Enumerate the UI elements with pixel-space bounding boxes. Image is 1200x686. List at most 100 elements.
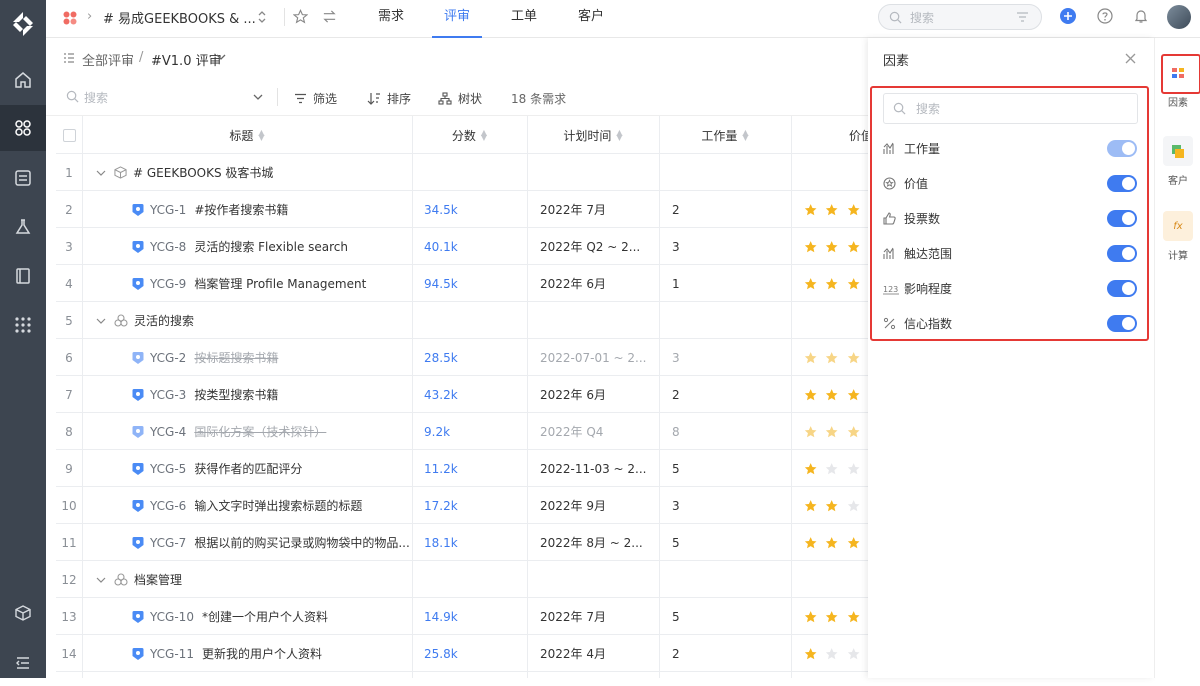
workload-value[interactable]: 5 bbox=[672, 450, 792, 487]
plan-time[interactable]: 2022年 7月 bbox=[540, 598, 665, 635]
plan-time[interactable]: 2022年 7月 bbox=[540, 191, 665, 228]
expand-chevron-icon[interactable] bbox=[96, 576, 106, 584]
rating-star-icon[interactable] bbox=[825, 610, 838, 624]
value-rating[interactable] bbox=[804, 487, 868, 524]
table-row[interactable]: 3 YCG-8 灵活的搜索 Flexible search 40.1k 2022年 Q2… bbox=[56, 228, 868, 265]
workload-value[interactable]: 8 bbox=[672, 413, 792, 450]
requirement-key[interactable]: YCG-8 bbox=[150, 240, 186, 254]
tab-review[interactable]: 评审 bbox=[432, 0, 482, 38]
rating-star-icon[interactable] bbox=[847, 203, 860, 217]
table-row[interactable]: 7 YCG-3 按类型搜索书籍 43.2k 2022年 6月 2 bbox=[56, 376, 868, 413]
value-rating[interactable] bbox=[804, 635, 868, 672]
rating-star-icon[interactable] bbox=[825, 647, 838, 661]
value-rating[interactable] bbox=[804, 191, 868, 228]
star-outline-icon[interactable] bbox=[293, 9, 308, 24]
app-logo-icon[interactable] bbox=[7, 8, 39, 40]
sort-button[interactable]: 排序 bbox=[367, 90, 411, 107]
rating-star-icon[interactable] bbox=[804, 351, 817, 365]
header-workload[interactable]: 工作量 ▲ ▼ bbox=[659, 116, 791, 154]
flask-icon[interactable] bbox=[0, 204, 46, 250]
rating-star-icon[interactable] bbox=[825, 536, 838, 550]
chevron-down-icon[interactable] bbox=[216, 53, 226, 61]
requirement-title[interactable]: 根据以前的购买记录或购物袋中的物品... bbox=[194, 534, 409, 551]
more-apps-icon[interactable] bbox=[0, 302, 46, 348]
rating-star-icon[interactable] bbox=[825, 203, 838, 217]
header-plan-time[interactable]: 计划时间 ▲ ▼ bbox=[527, 116, 659, 154]
rating-star-icon[interactable] bbox=[847, 462, 860, 476]
header-score[interactable]: 分数 ▲ ▼ bbox=[412, 116, 527, 154]
tab-customers[interactable]: 客户 bbox=[571, 0, 611, 38]
requirement-key[interactable]: YCG-3 bbox=[150, 388, 186, 402]
rating-star-icon[interactable] bbox=[825, 351, 838, 365]
book-icon[interactable] bbox=[0, 253, 46, 299]
box-icon[interactable] bbox=[0, 590, 46, 636]
rating-star-icon[interactable] bbox=[804, 240, 817, 254]
requirement-key[interactable]: YCG-4 bbox=[150, 425, 186, 439]
rating-star-icon[interactable] bbox=[847, 351, 860, 365]
collapse-icon[interactable] bbox=[0, 640, 46, 686]
value-rating[interactable] bbox=[804, 450, 868, 487]
workload-value[interactable]: 3 bbox=[672, 487, 792, 524]
requirement-key[interactable]: YCG-1 bbox=[150, 203, 186, 217]
rating-star-icon[interactable] bbox=[847, 388, 860, 402]
rating-star-icon[interactable] bbox=[825, 499, 838, 513]
rating-star-icon[interactable] bbox=[825, 425, 838, 439]
table-row[interactable]: 13 YCG-10 *创建一个用户个人资料 14.9k 2022年 7月 5 bbox=[56, 598, 868, 635]
plan-time[interactable]: 2022年 6月 bbox=[540, 376, 665, 413]
add-icon[interactable] bbox=[1060, 8, 1076, 24]
expand-chevron-icon[interactable] bbox=[96, 317, 106, 325]
value-rating[interactable] bbox=[804, 265, 868, 302]
requirement-title[interactable]: *创建一个用户个人资料 bbox=[202, 608, 328, 625]
plan-time[interactable]: 2022年 4月 bbox=[540, 635, 665, 672]
table-row[interactable]: 6 YCG-2 按标题搜索书籍 28.5k 2022-07-01 ~ 2... 3 bbox=[56, 339, 868, 376]
table-row[interactable]: 11 YCG-7 根据以前的购买记录或购物袋中的物品... 18.1k 2022年 8月… bbox=[56, 524, 868, 561]
avatar[interactable] bbox=[1167, 5, 1191, 29]
project-title[interactable]: # 易成GEEKBOOKS & ... bbox=[103, 8, 263, 27]
requirement-key[interactable]: YCG-7 bbox=[150, 536, 186, 550]
rightbar-calculate[interactable]: fx 计算 bbox=[1163, 211, 1193, 262]
tree-button[interactable]: 树状 bbox=[438, 90, 482, 107]
rating-star-icon[interactable] bbox=[804, 462, 817, 476]
requirement-title[interactable]: 灵活的搜索 Flexible search bbox=[194, 238, 348, 255]
filter-icon[interactable] bbox=[1016, 11, 1029, 23]
value-rating[interactable] bbox=[804, 413, 868, 450]
tab-requirements[interactable]: 需求 bbox=[371, 0, 411, 38]
rating-star-icon[interactable] bbox=[804, 277, 817, 291]
table-search-input[interactable]: 搜索 bbox=[84, 89, 108, 106]
breadcrumb-current[interactable]: #V1.0 评审 bbox=[151, 50, 222, 69]
switch-project-icon[interactable] bbox=[257, 10, 267, 24]
tab-tickets[interactable]: 工单 bbox=[504, 0, 544, 38]
global-search-input[interactable]: 搜索 bbox=[878, 4, 1042, 30]
group-row[interactable]: 1 # GEEKBOOKS 极客书城 bbox=[56, 154, 868, 191]
rating-star-icon[interactable] bbox=[825, 240, 838, 254]
plan-time[interactable]: 2022年 8月 ~ 2... bbox=[540, 524, 665, 561]
select-all-checkbox[interactable] bbox=[56, 116, 82, 154]
swap-icon[interactable] bbox=[322, 9, 337, 24]
requirement-title[interactable]: 按类型搜索书籍 bbox=[194, 386, 278, 403]
group-row[interactable]: 5 灵活的搜索 bbox=[56, 302, 868, 339]
rating-star-icon[interactable] bbox=[825, 388, 838, 402]
plan-time[interactable]: 2022-11-03 ~ 2... bbox=[540, 450, 665, 487]
rightbar-customer[interactable]: 客户 bbox=[1163, 136, 1193, 187]
rating-star-icon[interactable] bbox=[847, 499, 860, 513]
requirement-title[interactable]: 更新我的用户个人资料 bbox=[202, 645, 322, 662]
expand-chevron-icon[interactable] bbox=[96, 169, 106, 177]
filter-button[interactable]: 筛选 bbox=[294, 90, 337, 107]
header-title[interactable]: 标题 ▲ ▼ bbox=[82, 116, 412, 154]
plan-time[interactable]: 2022年 Q2 ~ 2... bbox=[540, 228, 665, 265]
breadcrumb-root[interactable]: 全部评审 bbox=[82, 50, 134, 69]
workload-value[interactable]: 2 bbox=[672, 191, 792, 228]
workload-value[interactable]: 2 bbox=[672, 635, 792, 672]
workload-value[interactable]: 2 bbox=[672, 376, 792, 413]
header-value[interactable]: 价值 bbox=[791, 116, 868, 154]
workload-value[interactable]: 5 bbox=[672, 524, 792, 561]
plan-time[interactable]: 2022年 6月 bbox=[540, 265, 665, 302]
table-row[interactable]: 9 YCG-5 获得作者的匹配评分 11.2k 2022-11-03 ~ 2... 5 bbox=[56, 450, 868, 487]
help-icon[interactable] bbox=[1097, 8, 1113, 24]
requirement-key[interactable]: YCG-2 bbox=[150, 351, 186, 365]
requirement-key[interactable]: YCG-6 bbox=[150, 499, 186, 513]
rating-star-icon[interactable] bbox=[804, 536, 817, 550]
requirement-key[interactable]: YCG-5 bbox=[150, 462, 186, 476]
apps-grid-icon[interactable] bbox=[0, 105, 46, 151]
group-title[interactable]: 档案管理 bbox=[134, 571, 182, 588]
